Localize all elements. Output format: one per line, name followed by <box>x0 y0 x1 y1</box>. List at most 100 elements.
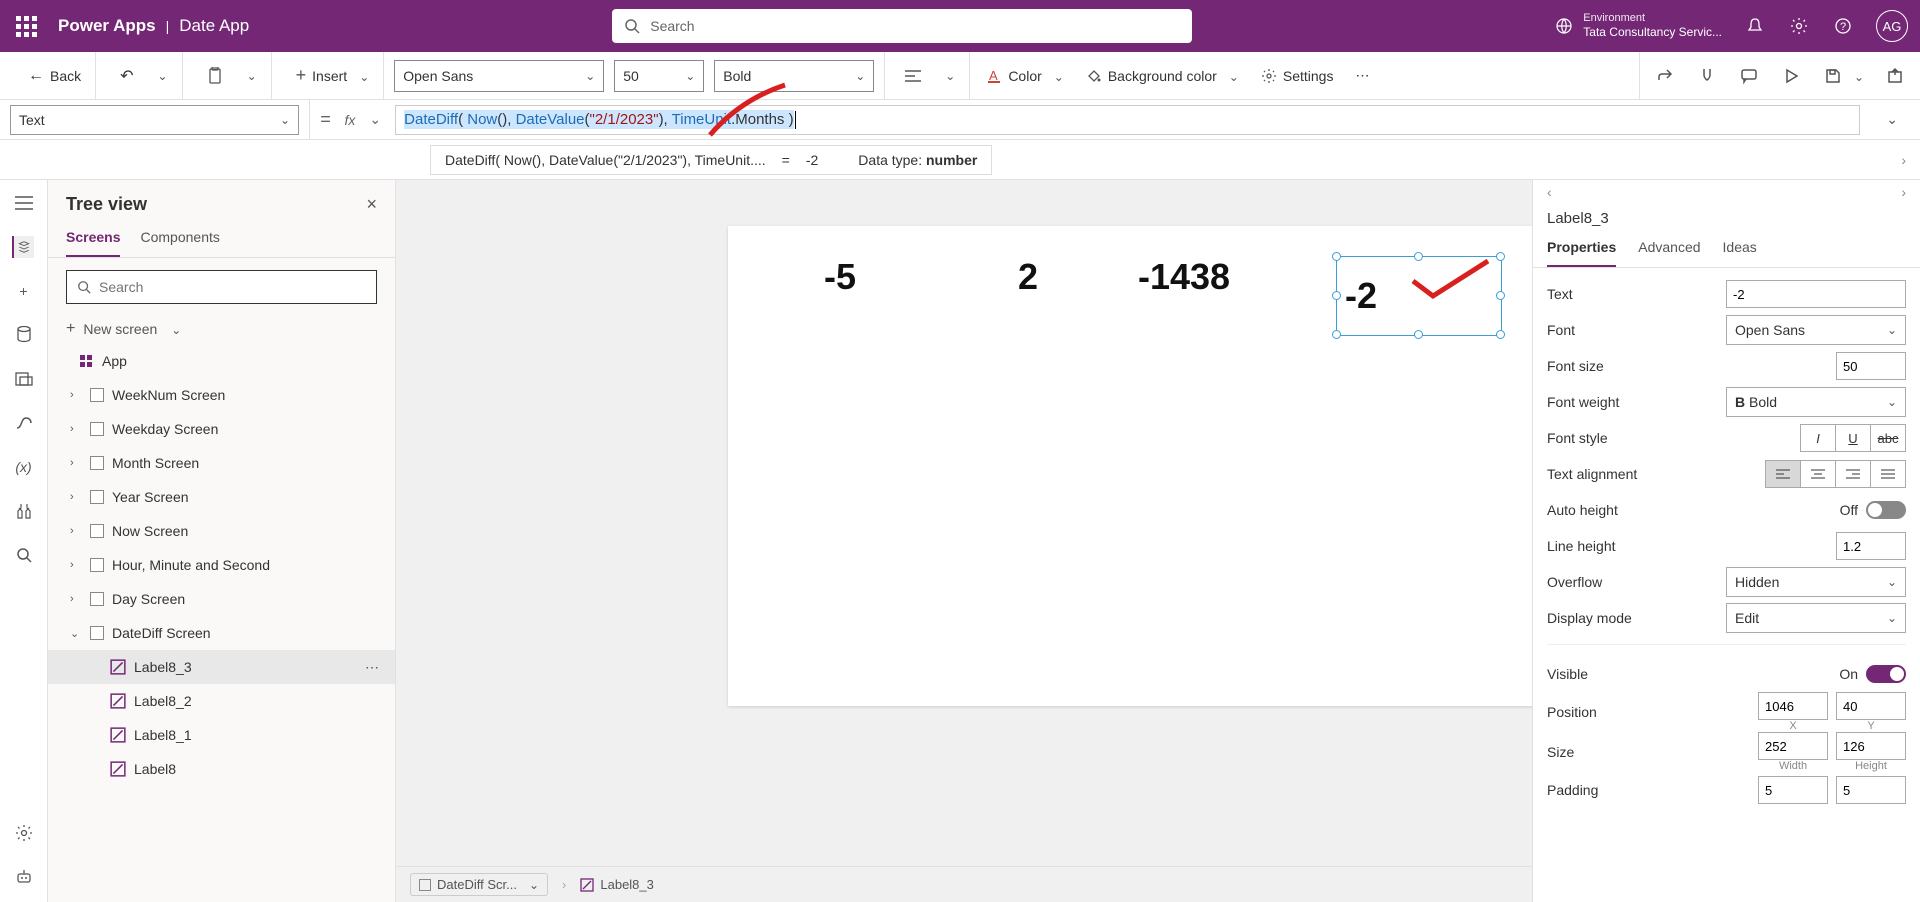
flow-icon[interactable] <box>13 412 35 434</box>
formula-input[interactable]: DateDiff( Now(), DateValue("2/1/2023"), … <box>395 105 1860 135</box>
align-right-button[interactable] <box>1835 460 1871 488</box>
undo-button[interactable]: ↶ <box>114 62 139 90</box>
font-size-select[interactable]: 50 <box>614 60 704 92</box>
fx-dropdown[interactable]: ⌄ <box>369 111 381 128</box>
align-left-button[interactable] <box>1765 460 1801 488</box>
settings-icon[interactable] <box>1788 15 1810 37</box>
prop-overflow-select[interactable]: Hidden <box>1726 567 1906 597</box>
media-icon[interactable] <box>13 368 35 390</box>
tree-item[interactable]: ⌄DateDiff Screen <box>48 616 395 650</box>
notifications-icon[interactable] <box>1744 15 1766 37</box>
user-avatar[interactable]: AG <box>1876 10 1908 42</box>
breadcrumb-control[interactable]: Label8_3 <box>580 877 654 892</box>
tree-item-label[interactable]: Label8_2 <box>48 684 395 718</box>
close-icon[interactable]: × <box>366 194 377 215</box>
datatype-label: Data type: <box>858 152 926 168</box>
search-rail-icon[interactable] <box>13 544 35 566</box>
data-icon[interactable] <box>13 324 35 346</box>
tree-item[interactable]: ›Hour, Minute and Second <box>48 548 395 582</box>
comments-icon[interactable] <box>1738 65 1760 87</box>
prop-text-input[interactable] <box>1726 280 1906 308</box>
underline-button[interactable]: U <box>1835 424 1871 452</box>
datatype-value: number <box>926 152 977 168</box>
prop-fontstyle-buttons[interactable]: I U abc <box>1801 424 1906 452</box>
paste-dropdown[interactable] <box>235 65 263 87</box>
tree-item[interactable]: ›Year Screen <box>48 480 395 514</box>
tab-components[interactable]: Components <box>140 229 219 257</box>
canvas-label[interactable]: -2 <box>1336 256 1502 336</box>
tab-screens[interactable]: Screens <box>66 229 120 257</box>
prop-size-h[interactable] <box>1836 732 1906 760</box>
expand-formula-icon[interactable]: ⌄ <box>1874 111 1910 128</box>
strike-button[interactable]: abc <box>1870 424 1906 452</box>
paste-button[interactable] <box>201 63 229 89</box>
prop-size-w[interactable] <box>1758 732 1828 760</box>
tools-icon[interactable] <box>13 500 35 522</box>
tree-item[interactable]: App <box>48 344 395 378</box>
prop-autoheight-toggle[interactable] <box>1866 501 1906 519</box>
insert-icon[interactable]: + <box>13 280 35 302</box>
canvas-label[interactable]: -5 <box>824 256 856 298</box>
play-icon[interactable] <box>1780 65 1802 87</box>
more-button[interactable]: ⋯ <box>1349 63 1375 88</box>
back-button[interactable]: ←Back <box>22 63 87 89</box>
prop-fontsize-input[interactable] <box>1836 352 1906 380</box>
align-dropdown[interactable] <box>933 65 961 87</box>
tree-item[interactable]: ›Day Screen <box>48 582 395 616</box>
tree-item[interactable]: ›Now Screen <box>48 514 395 548</box>
rail-settings-icon[interactable] <box>13 822 35 844</box>
property-selector[interactable]: Text <box>10 105 299 135</box>
tree-search-input[interactable] <box>99 279 366 295</box>
align-button[interactable] <box>899 66 927 86</box>
undo-dropdown[interactable] <box>146 65 174 87</box>
prop-visible-toggle[interactable] <box>1866 665 1906 683</box>
tree-item-label[interactable]: Label8 <box>48 752 395 786</box>
prop-size-label: Size <box>1547 744 1574 760</box>
prop-lineheight-input[interactable] <box>1836 532 1906 560</box>
breadcrumb-screen[interactable]: DateDiff Scr... <box>410 873 548 896</box>
waffle-icon[interactable] <box>12 12 40 40</box>
share-icon[interactable] <box>1654 65 1676 87</box>
canvas-label[interactable]: 2 <box>1018 256 1038 298</box>
prop-padding-b[interactable] <box>1836 776 1906 804</box>
rail-bot-icon[interactable] <box>13 866 35 888</box>
tab-ideas[interactable]: Ideas <box>1723 239 1757 267</box>
search-box[interactable]: Search <box>612 9 1192 43</box>
tree-item-label[interactable]: Label8_3⋯ <box>48 650 395 684</box>
tree-search[interactable] <box>66 270 377 304</box>
new-screen-button[interactable]: +New screen <box>66 320 377 338</box>
variable-icon[interactable]: (x) <box>13 456 35 478</box>
hamburger-icon[interactable] <box>13 192 35 214</box>
insert-button[interactable]: +Insert <box>290 61 376 90</box>
prop-displaymode-select[interactable]: Edit <box>1726 603 1906 633</box>
bgcolor-button[interactable]: Background color <box>1080 64 1245 88</box>
result-next-icon[interactable]: › <box>1901 152 1920 168</box>
font-family-select[interactable]: Open Sans <box>394 60 604 92</box>
align-center-button[interactable] <box>1800 460 1836 488</box>
prop-align-buttons[interactable] <box>1766 460 1906 488</box>
tab-advanced[interactable]: Advanced <box>1638 239 1700 267</box>
checker-icon[interactable] <box>1696 65 1718 87</box>
prop-padding-a[interactable] <box>1758 776 1828 804</box>
save-dropdown[interactable] <box>1848 68 1864 84</box>
prop-position-x[interactable] <box>1758 692 1828 720</box>
settings-button[interactable]: Settings <box>1255 64 1340 88</box>
tree-item[interactable]: ›Month Screen <box>48 446 395 480</box>
publish-icon[interactable] <box>1884 65 1906 87</box>
align-justify-button[interactable] <box>1870 460 1906 488</box>
help-icon[interactable]: ? <box>1832 15 1854 37</box>
canvas-label[interactable]: -1438 <box>1138 256 1230 298</box>
prop-fontweight-select[interactable]: B Bold <box>1726 387 1906 417</box>
prop-position-y[interactable] <box>1836 692 1906 720</box>
tree-item[interactable]: ›WeekNum Screen <box>48 378 395 412</box>
prop-overflow-label: Overflow <box>1547 574 1602 590</box>
canvas[interactable]: -5 2 -1438 -2 <box>728 226 1588 706</box>
tree-view-icon[interactable] <box>12 236 34 258</box>
tree-item[interactable]: ›Weekday Screen <box>48 412 395 446</box>
italic-button[interactable]: I <box>1800 424 1836 452</box>
color-button[interactable]: A Color <box>980 64 1070 88</box>
tree-item-label[interactable]: Label8_1 <box>48 718 395 752</box>
save-icon[interactable] <box>1822 65 1844 87</box>
tab-properties[interactable]: Properties <box>1547 239 1616 267</box>
prop-font-select[interactable]: Open Sans <box>1726 315 1906 345</box>
